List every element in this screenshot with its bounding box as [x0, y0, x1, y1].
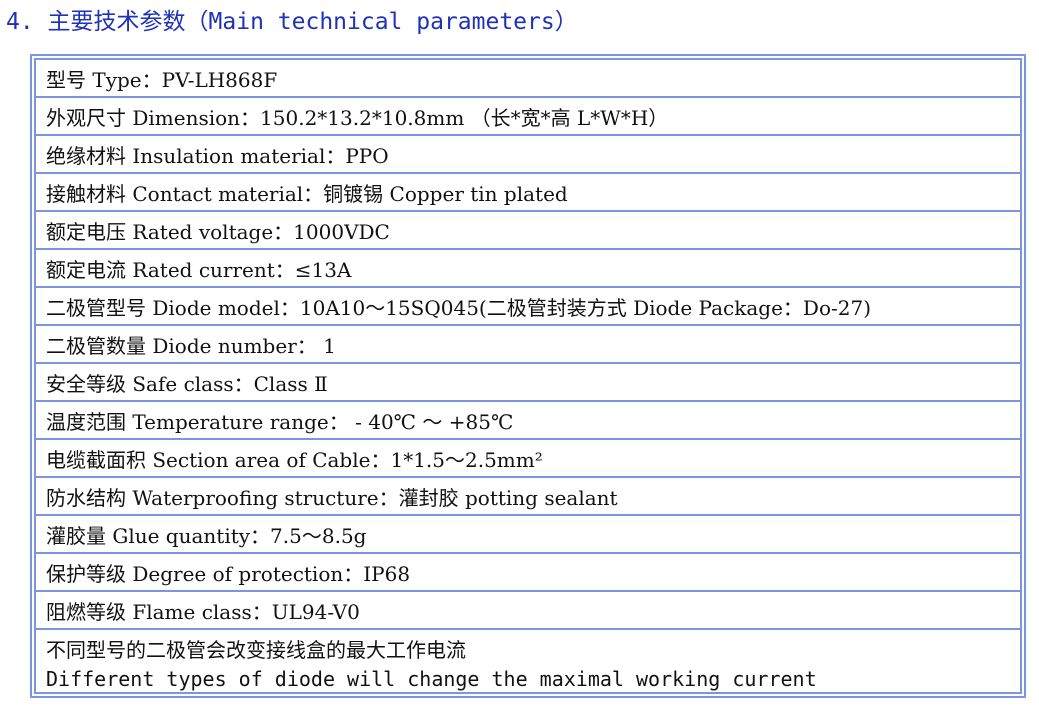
parameter-row-type: 型号 Type：PV-LH868F [36, 60, 1020, 98]
parameter-row-diode-number: 二极管数量 Diode number： 1 [36, 326, 1020, 364]
diode-note-chinese: 不同型号的二极管会改变接线盒的最大工作电流 [46, 638, 466, 662]
parameter-row-rated-current: 额定电流 Rated current：≤13A [36, 250, 1020, 288]
parameter-row-waterproofing-structure: 防水结构 Waterproofing structure：灌封胶 potting… [36, 478, 1020, 516]
parameter-row-flame-class: 阻燃等级 Flame class：UL94-V0 [36, 592, 1020, 630]
parameter-row-temperature-range: 温度范围 Temperature range： - 40℃ ～ +85℃ [36, 402, 1020, 440]
section-heading: 4. 主要技术参数（Main technical parameters） [6, 9, 578, 35]
parameter-row-insulation-material: 绝缘材料 Insulation material：PPO [36, 136, 1020, 174]
parameters-table: 型号 Type：PV-LH868F 外观尺寸 Dimension：150.2*1… [34, 58, 1022, 694]
parameter-row-rated-voltage: 额定电压 Rated voltage：1000VDC [36, 212, 1020, 250]
parameter-row-safe-class: 安全等级 Safe class：Class Ⅱ [36, 364, 1020, 402]
parameter-row-protection-degree: 保护等级 Degree of protection：IP68 [36, 554, 1020, 592]
parameters-table-outer-border: 型号 Type：PV-LH868F 外观尺寸 Dimension：150.2*1… [30, 54, 1026, 698]
parameter-row-diode-model: 二极管型号 Diode model：10A10～15SQ045(二极管封装方式 … [36, 288, 1020, 326]
parameter-row-glue-quantity: 灌胶量 Glue quantity：7.5～8.5g [36, 516, 1020, 554]
parameter-row-contact-material: 接触材料 Contact material：铜镀锡 Copper tin pla… [36, 174, 1020, 212]
parameter-row-cable-section-area: 电缆截面积 Section area of Cable：1*1.5～2.5mm² [36, 440, 1020, 478]
diode-note-english: Different types of diode will change the… [46, 667, 817, 691]
parameter-row-dimension: 外观尺寸 Dimension：150.2*13.2*10.8mm （长*宽*高 … [36, 98, 1020, 136]
diode-note-row: 不同型号的二极管会改变接线盒的最大工作电流 Different types of… [36, 630, 1020, 702]
